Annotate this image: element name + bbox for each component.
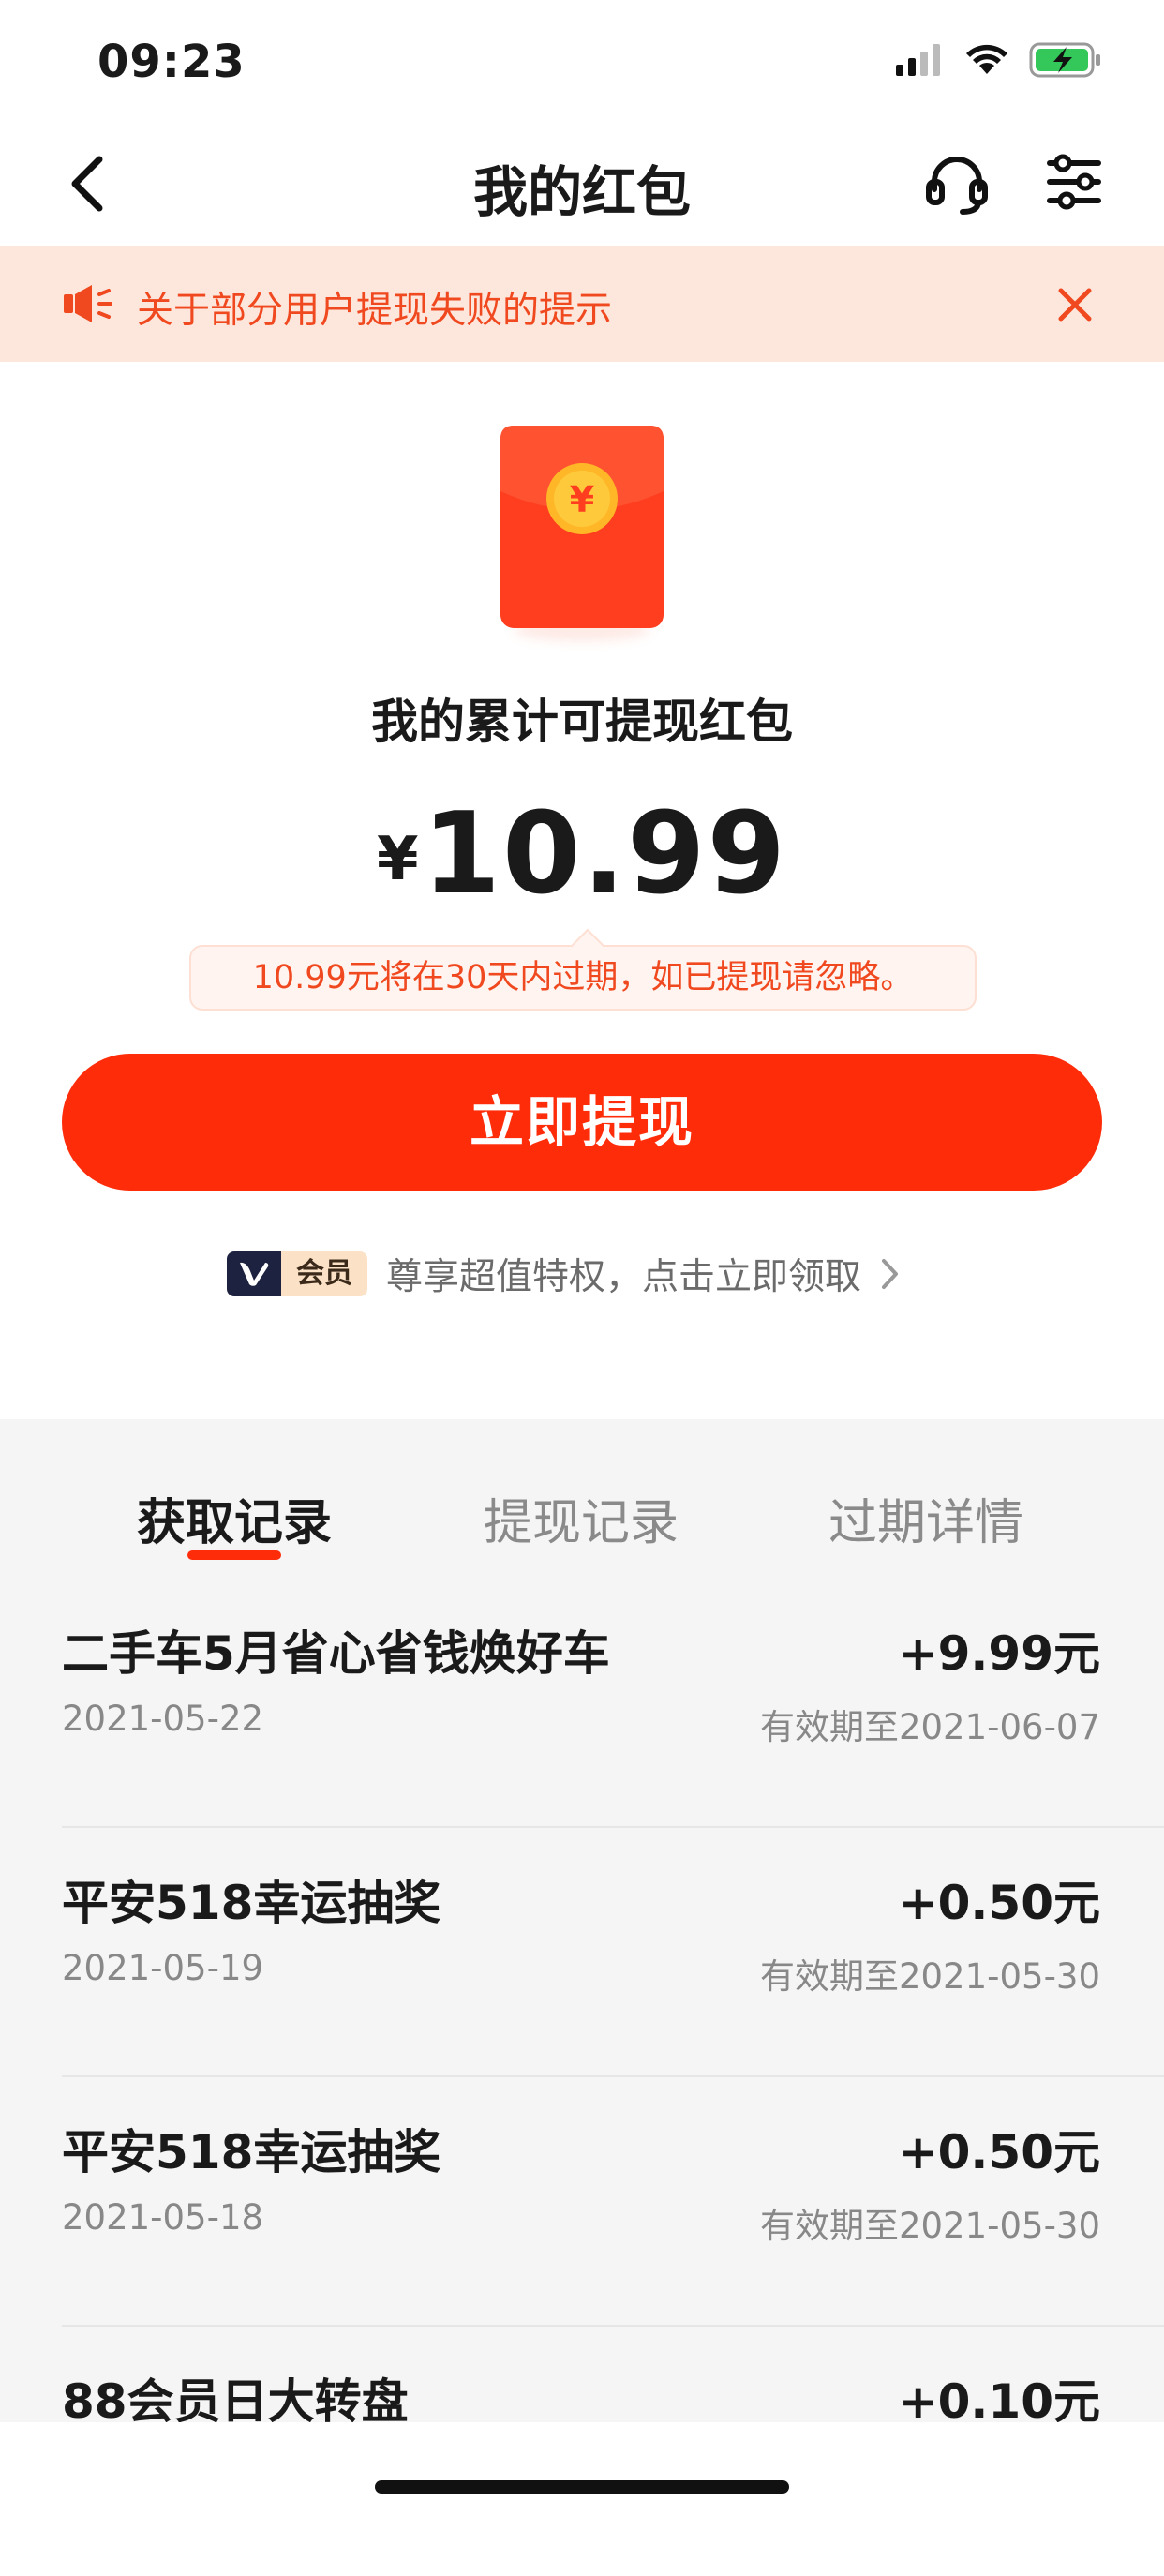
status-bar: 09:23 — [0, 0, 1164, 122]
tab-withdraw-records[interactable]: 提现记录 — [484, 1483, 679, 1553]
status-time: 09:23 — [97, 36, 246, 88]
tab-received-records[interactable]: 获取记录 — [137, 1483, 332, 1553]
status-icons — [896, 41, 1102, 79]
record-validity: 有效期至2021-06-07 — [759, 1707, 1100, 1747]
vip-logo-icon — [227, 1251, 281, 1296]
vip-promo-text: 尊享超值特权，点击立即领取 — [386, 1256, 862, 1298]
home-indicator-area — [0, 2422, 1164, 2520]
expiry-tooltip: 10.99元将在30天内过期，如已提现请忽略。 — [189, 945, 977, 1011]
red-envelope-icon: ¥ — [500, 426, 664, 628]
balance-value: 10.99 — [422, 789, 788, 920]
notice-text: 关于部分用户提现失败的提示 — [137, 290, 613, 332]
record-amount: +9.99元 — [898, 1626, 1100, 1681]
record-date: 2021-05-18 — [62, 2197, 264, 2238]
list-item[interactable]: 二手车5月省心省钱焕好车 2021-05-22 +9.99元 有效期至2021-… — [0, 1579, 1164, 1828]
record-date: 2021-05-22 — [62, 1699, 264, 1739]
vip-promo-link[interactable]: 会员 尊享超值特权，点击立即领取 — [227, 1249, 901, 1299]
navigation-bar: 我的红包 — [0, 122, 1164, 246]
withdrawable-headline: 我的累计可提现红包 — [371, 695, 793, 749]
list-item[interactable]: 平安518幸运抽奖 2021-05-19 +0.50元 有效期至2021-05-… — [0, 1828, 1164, 2077]
records-tabs: 获取记录 提现记录 过期详情 — [0, 1419, 1164, 1579]
balance-amount: ¥10.99 — [0, 789, 1164, 920]
record-title: 平安518幸运抽奖 — [62, 1876, 441, 1930]
vip-badge-label: 会员 — [281, 1251, 367, 1296]
battery-charging-icon — [1029, 42, 1100, 78]
vip-badge: 会员 — [227, 1251, 367, 1296]
records-section: 获取记录 提现记录 过期详情 二手车5月省心省钱焕好车 2021-05-22 +… — [0, 1419, 1164, 2520]
active-tab-indicator — [187, 1550, 281, 1560]
record-title: 二手车5月省心省钱焕好车 — [62, 1626, 610, 1681]
svg-text:¥: ¥ — [570, 479, 594, 520]
record-amount: +0.50元 — [898, 1876, 1100, 1930]
currency-symbol: ¥ — [376, 825, 419, 894]
withdraw-button[interactable]: 立即提现 — [62, 1054, 1102, 1191]
record-date: 2021-05-19 — [62, 1948, 264, 1988]
notice-banner[interactable]: 关于部分用户提现失败的提示 — [0, 246, 1164, 362]
customer-service-headset-icon[interactable] — [923, 150, 991, 217]
close-icon[interactable] — [1055, 285, 1095, 324]
tab-expired-details[interactable]: 过期详情 — [828, 1483, 1023, 1553]
record-title: 平安518幸运抽奖 — [62, 2125, 441, 2179]
record-validity: 有效期至2021-05-30 — [759, 1956, 1100, 1997]
home-indicator[interactable] — [375, 2480, 789, 2494]
wifi-icon — [966, 44, 1007, 74]
filter-settings-icon[interactable] — [1044, 152, 1104, 212]
speaker-announcement-icon — [64, 285, 112, 322]
record-amount: +0.50元 — [898, 2125, 1100, 2179]
chevron-right-icon — [882, 1259, 899, 1289]
cellular-signal-icon — [896, 44, 940, 76]
list-item[interactable]: 平安518幸运抽奖 2021-05-18 +0.50元 有效期至2021-05-… — [0, 2077, 1164, 2327]
record-validity: 有效期至2021-05-30 — [759, 2206, 1100, 2246]
